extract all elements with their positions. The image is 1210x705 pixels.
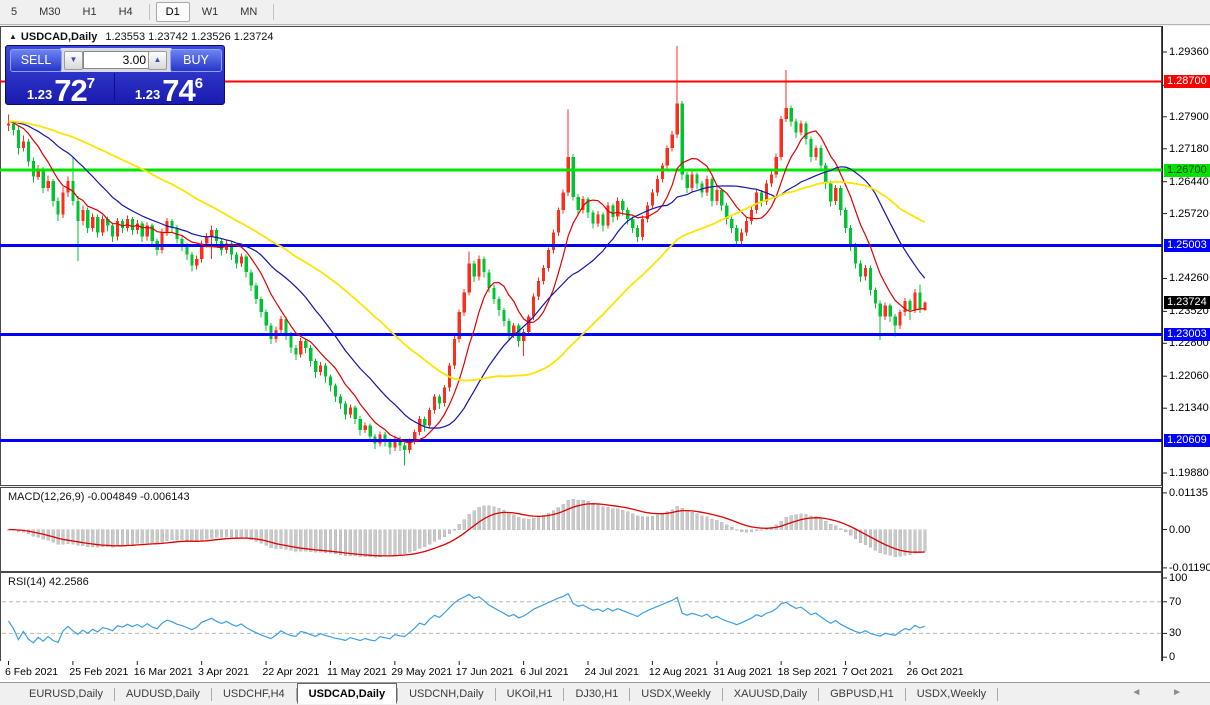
date-axis-label: 22 Apr 2021 bbox=[263, 666, 320, 678]
date-axis-label: 6 Jul 2021 bbox=[520, 666, 568, 678]
macd-axis-label: 0.00 bbox=[1169, 524, 1210, 536]
one-click-trading-panel: SELL ▼ 3.00 ▲ BUY 1.23727 1.23746 bbox=[5, 45, 225, 105]
timeframe-button-w1[interactable]: W1 bbox=[192, 2, 229, 22]
tab-scroll-arrows[interactable]: ◄ ► bbox=[1131, 687, 1196, 698]
chart-tab-gbpusd-h1[interactable]: GBPUSD,H1 bbox=[819, 685, 905, 703]
date-axis-label: 12 Aug 2021 bbox=[649, 666, 708, 678]
date-axis-label: 26 Oct 2021 bbox=[906, 666, 963, 678]
price-axis-label: 1.26440 bbox=[1169, 176, 1210, 188]
price-axis-label: 1.27900 bbox=[1169, 111, 1210, 123]
volume-increase-button[interactable]: ▲ bbox=[148, 51, 167, 70]
chart-tab-usdcad-daily[interactable]: USDCAD,Daily bbox=[297, 683, 397, 704]
date-axis-label: 25 Feb 2021 bbox=[69, 666, 128, 678]
bid-sup: 7 bbox=[87, 75, 95, 92]
date-axis-label: 16 Mar 2021 bbox=[134, 666, 193, 678]
chart-tab-audusd-daily[interactable]: AUDUSD,Daily bbox=[115, 685, 211, 703]
date-axis-label: 3 Apr 2021 bbox=[198, 666, 249, 678]
timeframe-button-mn[interactable]: MN bbox=[230, 2, 267, 22]
timeframe-button-h1[interactable]: H1 bbox=[73, 2, 107, 22]
chart-tab-bar: EURUSD,DailyAUDUSD,DailyUSDCHF,H4USDCAD,… bbox=[0, 682, 1210, 705]
macd-axis-label: 0.01135 bbox=[1169, 487, 1210, 499]
level-price-label: 1.20609 bbox=[1164, 434, 1210, 447]
price-axis-label: 1.25720 bbox=[1169, 208, 1210, 220]
timeframe-toolbar: 5M30H1H4 D1W1MN bbox=[0, 0, 1210, 25]
price-axis-label: 1.29360 bbox=[1169, 46, 1210, 58]
macd-label: MACD(12,26,9) -0.004849 -0.006143 bbox=[8, 491, 190, 503]
price-axis-label: 1.19880 bbox=[1169, 467, 1210, 479]
bid-big: 72 bbox=[54, 73, 86, 108]
ask-price[interactable]: 1.23746 bbox=[116, 73, 222, 101]
trading-terminal-window: 5M30H1H4 D1W1MN ▲ USDCAD,Daily 1.23553 1.23… bbox=[0, 0, 1210, 705]
rsi-axis-label: 0 bbox=[1169, 651, 1210, 663]
date-axis-label: 29 May 2021 bbox=[391, 666, 452, 678]
rsi-axis-label: 100 bbox=[1169, 572, 1210, 584]
rsi-panel[interactable] bbox=[0, 572, 1162, 662]
rsi-axis-label: 30 bbox=[1169, 627, 1210, 639]
chart-tab-dj30-h1[interactable]: DJ30,H1 bbox=[564, 685, 629, 703]
price-axis-label: 1.22060 bbox=[1169, 370, 1210, 382]
date-axis-label: 6 Feb 2021 bbox=[5, 666, 58, 678]
date-axis-label: 31 Aug 2021 bbox=[713, 666, 772, 678]
level-price-label: 1.25003 bbox=[1164, 239, 1210, 252]
chart-tab-eurusd-daily[interactable]: EURUSD,Daily bbox=[18, 685, 114, 703]
current-price-label: 1.23724 bbox=[1164, 296, 1210, 309]
timeframe-button-d1[interactable]: D1 bbox=[156, 2, 190, 22]
timeframe-button-h4[interactable]: H4 bbox=[109, 2, 143, 22]
sell-button[interactable]: SELL bbox=[10, 49, 62, 72]
chart-symbol: USDCAD,Daily bbox=[21, 31, 97, 43]
chart-title: ▲ USDCAD,Daily 1.23553 1.23742 1.23526 1.2… bbox=[9, 31, 274, 43]
collapse-icon[interactable]: ▲ bbox=[9, 32, 17, 41]
buy-button[interactable]: BUY bbox=[170, 49, 222, 72]
price-axis-label: 1.21340 bbox=[1169, 402, 1210, 414]
ask-big: 74 bbox=[162, 73, 194, 108]
price-axis-border bbox=[1162, 26, 1163, 661]
rsi-axis-label: 70 bbox=[1169, 596, 1210, 608]
date-axis-label: 24 Jul 2021 bbox=[585, 666, 639, 678]
chart-tab-usdx-weekly[interactable]: USDX,Weekly bbox=[906, 685, 997, 703]
toolbar-separator bbox=[149, 4, 150, 20]
rsi-label: RSI(14) 42.2586 bbox=[8, 576, 89, 588]
level-price-label: 1.26700 bbox=[1164, 164, 1210, 177]
price-axis-label: 1.24260 bbox=[1169, 272, 1210, 284]
price-axis-label: 1.27180 bbox=[1169, 143, 1210, 155]
chart-tab-usdcnh-daily[interactable]: USDCNH,Daily bbox=[398, 685, 495, 703]
ask-prefix: 1.23 bbox=[135, 87, 160, 102]
bid-prefix: 1.23 bbox=[27, 87, 52, 102]
volume-decrease-button[interactable]: ▼ bbox=[64, 51, 83, 70]
date-axis-label: 17 Jun 2021 bbox=[456, 666, 514, 678]
timeframe-button-m30[interactable]: M30 bbox=[29, 2, 70, 22]
chart-tab-usdx-weekly[interactable]: USDX,Weekly bbox=[630, 685, 721, 703]
level-price-label: 1.28700 bbox=[1164, 75, 1210, 88]
date-axis-label: 7 Oct 2021 bbox=[842, 666, 893, 678]
volume-input[interactable]: 3.00 bbox=[83, 51, 151, 69]
date-axis-label: 18 Sep 2021 bbox=[778, 666, 838, 678]
chart-ohlc-values: 1.23553 1.23742 1.23526 1.23724 bbox=[105, 31, 273, 43]
toolbar-separator bbox=[273, 4, 274, 20]
tab-separator bbox=[997, 688, 998, 701]
chart-tab-xauusd-daily[interactable]: XAUUSD,Daily bbox=[723, 685, 818, 703]
timeframe-button-5[interactable]: 5 bbox=[1, 2, 27, 22]
chart-tab-ukoil-h1[interactable]: UKOil,H1 bbox=[496, 685, 564, 703]
ask-sup: 6 bbox=[195, 75, 203, 92]
bid-price[interactable]: 1.23727 bbox=[8, 73, 115, 101]
date-axis-label: 11 May 2021 bbox=[327, 666, 387, 678]
level-price-label: 1.23003 bbox=[1164, 328, 1210, 341]
chart-tab-usdchf-h4[interactable]: USDCHF,H4 bbox=[212, 685, 296, 703]
